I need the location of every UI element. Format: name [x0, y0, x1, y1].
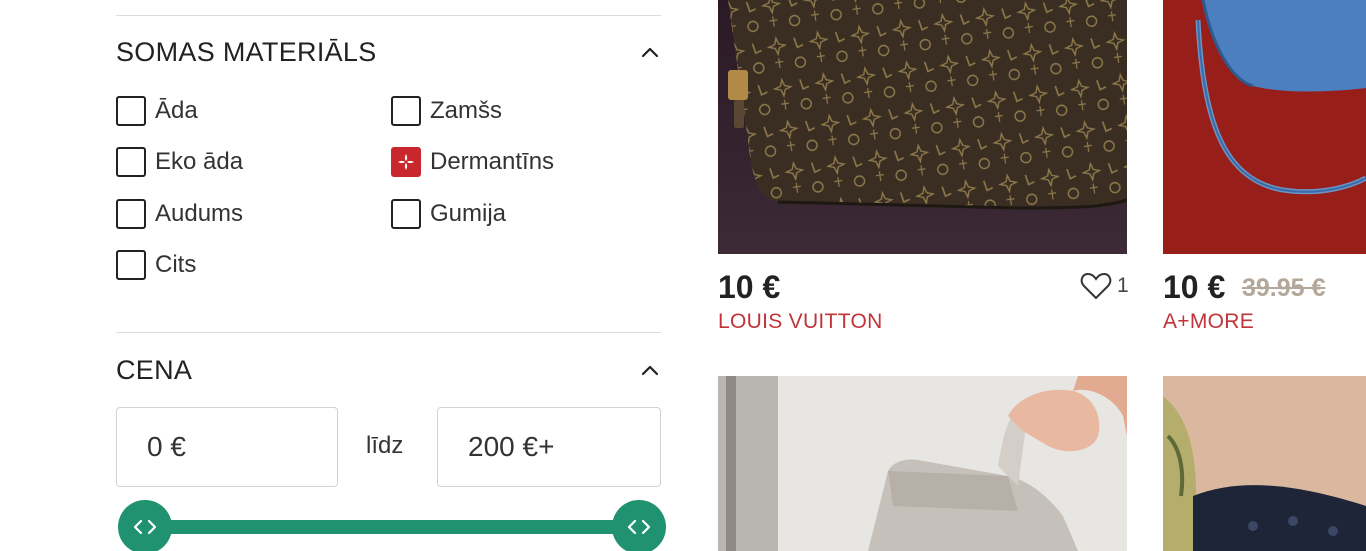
price-range-separator: līdz [366, 432, 404, 459]
option-label: Audums [155, 200, 244, 227]
flower-mark-icon [398, 154, 414, 170]
material-option-gumija[interactable]: Gumija [391, 198, 506, 230]
option-label: Gumija [430, 200, 507, 227]
product-price: 10 € [1163, 269, 1226, 305]
product-image[interactable] [718, 0, 1127, 254]
favorite-count: 1 [1117, 274, 1129, 297]
option-label: Āda [155, 97, 198, 124]
material-collapse-chevron-up-icon[interactable] [638, 41, 662, 65]
product-price: 10 € [718, 269, 781, 305]
product-image[interactable] [1163, 0, 1366, 254]
product-image[interactable] [718, 376, 1127, 551]
left-right-arrows-icon [627, 519, 651, 535]
checkbox-checked[interactable] [391, 147, 421, 177]
heart-outline-icon [1080, 272, 1112, 300]
product-brand-link[interactable]: A+MORE [1163, 310, 1254, 334]
price-slider-track[interactable] [138, 520, 643, 534]
checkbox[interactable] [116, 96, 146, 126]
material-option-cits[interactable]: Cits [116, 249, 196, 281]
option-label: Dermantīns [430, 148, 555, 175]
checkbox[interactable] [116, 147, 146, 177]
material-option-audums[interactable]: Audums [116, 198, 243, 230]
price-collapse-chevron-up-icon[interactable] [638, 359, 662, 383]
material-option-dermantins[interactable]: Dermantīns [391, 146, 554, 178]
favorite-button[interactable]: 1 [1080, 272, 1129, 300]
option-label: Eko āda [155, 148, 244, 175]
checkbox[interactable] [391, 96, 421, 126]
price-slider-max-handle[interactable] [612, 500, 666, 551]
material-option-zamss[interactable]: Zamšs [391, 95, 502, 127]
checkbox[interactable] [116, 250, 146, 280]
material-filter-title: SOMAS MATERIĀLS [116, 37, 377, 67]
price-max-input[interactable]: 200 €+ [437, 407, 661, 487]
price-min-input[interactable]: 0 € [116, 407, 338, 487]
price-slider-min-handle[interactable] [118, 500, 172, 551]
option-label: Zamšs [430, 97, 502, 124]
checkbox[interactable] [116, 199, 146, 229]
left-right-arrows-icon [133, 519, 157, 535]
material-option-ada[interactable]: Āda [116, 95, 198, 127]
price-filter-title: CENA [116, 355, 193, 385]
material-option-eko-ada[interactable]: Eko āda [116, 146, 243, 178]
product-old-price: 39.95 € [1242, 274, 1326, 302]
option-label: Cits [155, 251, 197, 278]
checkbox[interactable] [391, 199, 421, 229]
product-image[interactable] [1163, 376, 1366, 551]
divider-price [116, 332, 661, 333]
divider-top [116, 15, 661, 16]
product-brand-link[interactable]: LOUIS VUITTON [718, 310, 883, 334]
